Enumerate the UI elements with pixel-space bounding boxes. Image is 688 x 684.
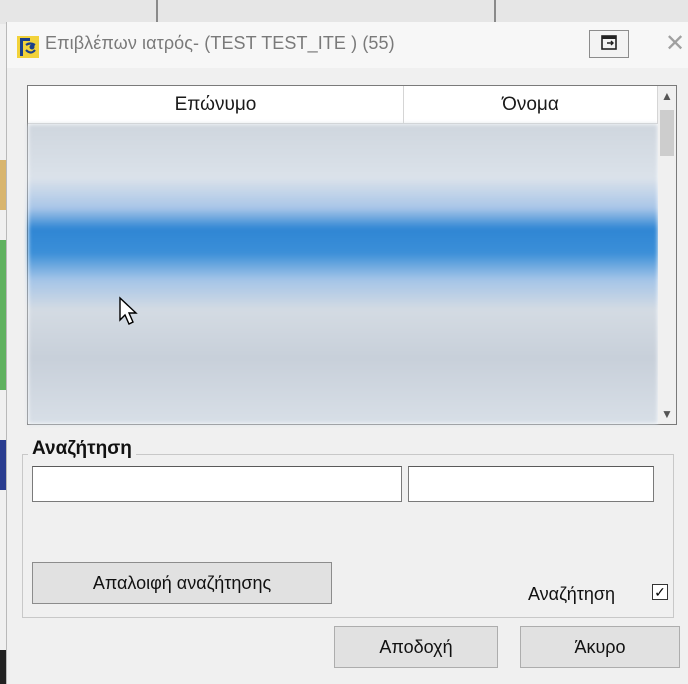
title-bar[interactable]: Επιβλέπων ιατρός- (TEST TEST_ITE ) (55) … xyxy=(7,22,688,68)
table-cell xyxy=(404,394,658,424)
search-checkbox-label: Αναζήτηση xyxy=(528,584,615,604)
chevron-up-icon: ▲ xyxy=(661,89,673,103)
vertical-scrollbar[interactable]: ▲ ▼ xyxy=(658,86,676,424)
table-row[interactable] xyxy=(28,244,658,274)
table-cell xyxy=(404,334,658,364)
table-cell xyxy=(404,124,658,154)
table-row[interactable] xyxy=(28,124,658,154)
table-row[interactable] xyxy=(28,334,658,364)
table-cell xyxy=(404,214,658,244)
list-header: Επώνυμο Όνομα xyxy=(28,86,658,124)
cancel-button[interactable]: Άκυρο xyxy=(520,626,680,668)
table-cell xyxy=(404,184,658,214)
mouse-pointer-icon xyxy=(119,296,138,325)
scroll-thumb[interactable] xyxy=(660,110,674,156)
table-cell xyxy=(28,334,404,364)
background-divider xyxy=(494,0,496,24)
table-cell xyxy=(28,274,404,304)
table-cell xyxy=(28,244,404,274)
scroll-down-button[interactable]: ▼ xyxy=(658,404,676,424)
app-logo-icon xyxy=(17,36,39,58)
table-cell xyxy=(28,304,404,334)
table-row[interactable] xyxy=(28,364,658,394)
table-cell xyxy=(404,244,658,274)
table-cell xyxy=(404,274,658,304)
close-button[interactable]: ✕ xyxy=(665,32,685,56)
list-rows-blurred[interactable] xyxy=(28,124,658,424)
table-cell xyxy=(28,214,404,244)
restore-button[interactable] xyxy=(589,30,629,58)
search-group-label: Αναζήτηση xyxy=(28,438,136,460)
table-cell xyxy=(404,154,658,184)
table-cell xyxy=(28,394,404,424)
accept-button[interactable]: Αποδοχή xyxy=(334,626,498,668)
restore-window-icon xyxy=(601,35,617,50)
table-row-selected[interactable] xyxy=(28,214,658,244)
search-surname-input[interactable] xyxy=(32,466,402,502)
search-checkbox[interactable]: ✓ xyxy=(652,584,668,600)
window-title: Επιβλέπων ιατρός- (TEST TEST_ITE ) (55) xyxy=(45,33,395,53)
table-row[interactable] xyxy=(28,394,658,424)
table-row[interactable] xyxy=(28,154,658,184)
background-divider xyxy=(156,0,158,24)
table-row[interactable] xyxy=(28,184,658,214)
doctors-list[interactable]: Επώνυμο Όνομα ▲ ▼ xyxy=(27,85,677,425)
table-cell xyxy=(404,364,658,394)
table-cell xyxy=(28,364,404,394)
chevron-down-icon: ▼ xyxy=(661,407,673,421)
table-cell xyxy=(28,184,404,214)
clear-search-button[interactable]: Απαλοιφή αναζήτησης xyxy=(32,562,332,604)
table-cell xyxy=(28,124,404,154)
check-icon: ✓ xyxy=(654,584,666,600)
close-icon: ✕ xyxy=(665,30,686,57)
scroll-up-button[interactable]: ▲ xyxy=(658,86,676,106)
table-cell xyxy=(28,154,404,184)
table-cell xyxy=(404,304,658,334)
background-app xyxy=(0,0,688,24)
search-name-input[interactable] xyxy=(408,466,654,502)
column-header-name[interactable]: Όνομα xyxy=(404,86,658,124)
column-header-surname[interactable]: Επώνυμο xyxy=(28,86,404,124)
